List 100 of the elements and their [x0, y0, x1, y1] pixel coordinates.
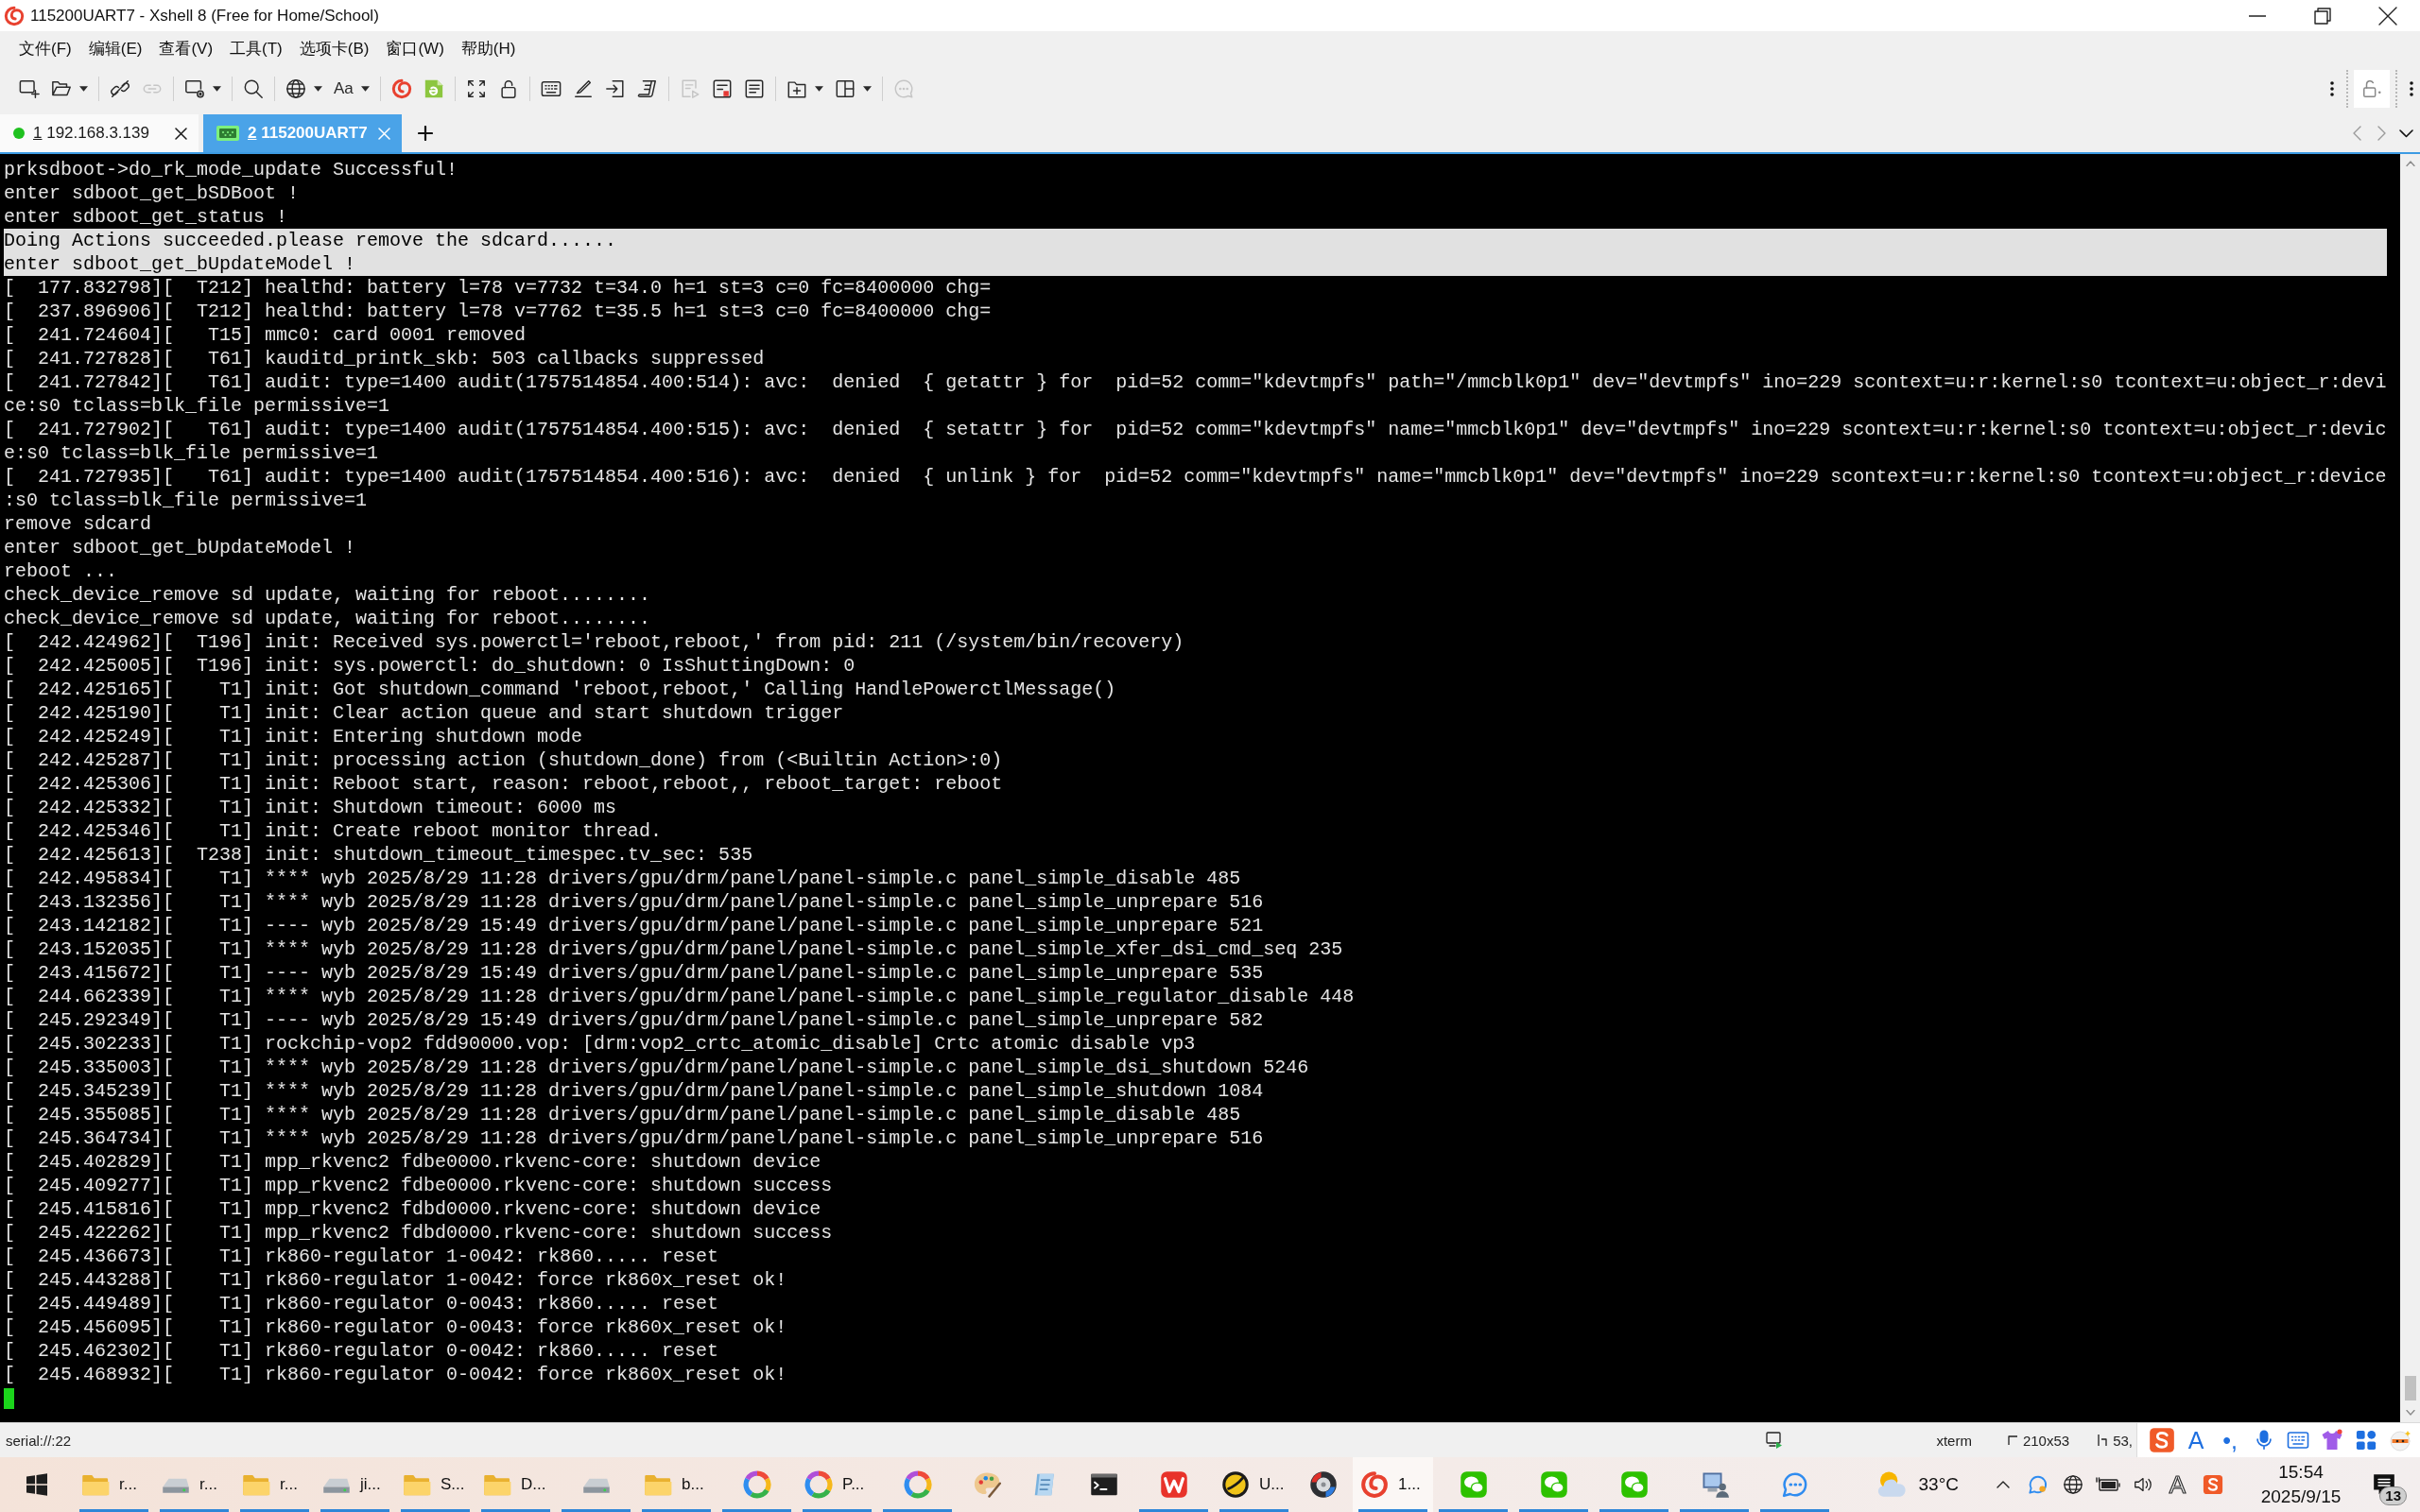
- scroll-thumb[interactable]: [2404, 1376, 2416, 1400]
- punctuation-mode-label[interactable]: •,: [2222, 1426, 2238, 1454]
- pen-icon: [572, 78, 594, 99]
- cursor-bar-icon: [2098, 1434, 2108, 1447]
- terminal-line: prksdboot->do_rk_mode_update Successful!: [4, 158, 458, 181]
- microphone-icon: [2254, 1430, 2274, 1451]
- terminal-line: [ 245.468932][ T1] rk860-regulator 0-0042: force rk860x_reset ok!: [4, 1363, 787, 1386]
- arrow-in-box-icon: [604, 78, 626, 99]
- terminal-line: [ 245.443288][ T1] rk860-regulator 1-0042: force rk860x_reset ok!: [4, 1268, 787, 1292]
- taskbar-app-button[interactable]: 1...: [1353, 1457, 1433, 1512]
- minimize-icon: [2248, 14, 2266, 17]
- chevron-down-icon: [2398, 129, 2413, 138]
- terminal-line: ce:s0 tclass=blk_file permissive=1: [4, 394, 390, 418]
- grip-icon: [2410, 81, 2413, 96]
- menu-item[interactable]: 查看(V): [150, 35, 222, 62]
- notification-button[interactable]: 13: [2358, 1457, 2411, 1512]
- terminal-line: :s0 tclass=blk_file permissive=1: [4, 489, 368, 512]
- terminal-line: [ 242.425249][ T1] init: Entering shutdown mode: [4, 725, 583, 748]
- keyboard-icon: [540, 78, 562, 99]
- terminal-line: [ 245.402829][ T1] mpp_rkvenc2 fdbe0000.rkvenc-core: shutdown device: [4, 1150, 821, 1174]
- terminal-line: [ 242.425165][ T1] init: Got shutdown_command 'reboot,reboot,' Calling HandlePowerctlMessage(): [4, 678, 1116, 701]
- terminal-line: [ 177.832798][ T212] healthd: battery l=78 v=7732 t=34.0 h=1 st=3 c=0 fc=8400000 chg=: [4, 276, 992, 300]
- status-dot-icon: [13, 128, 25, 139]
- caret-icon: [862, 86, 872, 92]
- new-window-icon: [19, 78, 40, 99]
- zigzag-logo-icon: [1159, 1470, 1188, 1499]
- globe-icon: [285, 78, 306, 99]
- menu-item[interactable]: 编辑(E): [79, 35, 151, 62]
- ring-icon: [742, 1470, 771, 1499]
- clock-button[interactable]: 15:54 2025/9/15: [2244, 1457, 2358, 1512]
- weather-button[interactable]: 33°C: [1867, 1457, 1966, 1512]
- battery-plug-icon: [2095, 1477, 2120, 1492]
- restore-icon: [2313, 7, 2331, 25]
- menu-item[interactable]: 工具(T): [221, 35, 291, 62]
- terminal-line: [ 245.462302][ T1] rk860-regulator 0-0042: rk860..... reset: [4, 1339, 719, 1363]
- close-icon: [378, 127, 390, 140]
- terminal-line: reboot ...: [4, 559, 118, 583]
- tab-close-button[interactable]: [175, 127, 187, 140]
- chat-app-icon: [1619, 1470, 1649, 1499]
- input-mode-label[interactable]: A: [2187, 1426, 2204, 1454]
- terminal-line: [ 242.425005][ T196] init: sys.powerctl: do_shutdown: 0 IsShuttingDown: 0: [4, 654, 856, 678]
- menu-item[interactable]: 帮助(H): [452, 35, 525, 62]
- window-gear-icon: [184, 78, 205, 99]
- palette-icon: [973, 1470, 1001, 1499]
- terminal-line: [ 245.364734][ T1] **** wyb 2025/8/29 11:28 drivers/gpu/drm/panel/panel-simple.c panel_simple_unprepare 516: [4, 1126, 1264, 1150]
- document-play-icon: [679, 78, 700, 99]
- menu-item[interactable]: 选项卡(B): [290, 35, 378, 62]
- disc-icon: [1309, 1470, 1338, 1499]
- disc-logo-icon: [1221, 1470, 1250, 1499]
- notification-count: 13: [2379, 1486, 2407, 1505]
- menu-item[interactable]: 窗口(W): [377, 35, 453, 62]
- caret-icon: [213, 86, 221, 92]
- caret-icon: [814, 86, 823, 92]
- menu-item[interactable]: 文件(F): [10, 35, 80, 62]
- terminal-line: [ 241.724604][ T15] mmc0: card 0001 removed: [4, 323, 527, 347]
- scrollbar[interactable]: [2400, 154, 2420, 1422]
- terminal-line: [ 241.727842][ T61] audit: type=1400 audit(1757514854.400:514): avc: denied { getattr } for pid=52 comm="kdevtmpfs" path="/mmcblk0p1" dev="devtmpfs" ino=229 scontext=u:r:kernel:s0 tcontext=u:object_r:devi: [4, 370, 2387, 394]
- caret-icon: [79, 86, 88, 92]
- terminal-line: [ 245.449489][ T1] rk860-regulator 0-0043: rk860..... reset: [4, 1292, 719, 1315]
- terminal-line: enter sdboot_get_bSDBoot !: [4, 181, 300, 205]
- app-logo-icon: [4, 5, 25, 26]
- shirt-icon: [2321, 1429, 2343, 1452]
- log-screen-icon: [1766, 1432, 1784, 1449]
- terminal-line: [ 244.662339][ T1] **** wyb 2025/8/29 11:28 drivers/gpu/drm/panel/panel-simple.c panel_simple_regulator_disable 448: [4, 985, 1355, 1008]
- terminal-line: [ 245.335003][ T1] **** wyb 2025/8/29 11:28 drivers/gpu/drm/panel/panel-simple.c panel_simple_dsi_shutdown 5246: [4, 1056, 1309, 1079]
- terminal-line: [ 243.132356][ T1] **** wyb 2025/8/29 11:28 drivers/gpu/drm/panel/panel-simple.c panel_simple_unprepare 516: [4, 890, 1264, 914]
- toolbar-button[interactable]: Aa: [328, 72, 375, 106]
- document-icon: [743, 78, 765, 99]
- chat-bubble-icon: [892, 78, 914, 99]
- chevron-left-icon: [2352, 126, 2361, 141]
- ring-icon: [903, 1470, 932, 1499]
- plus-icon: [418, 126, 433, 141]
- cursor-position: 53,: [2113, 1432, 2133, 1449]
- ring-icon: [804, 1470, 833, 1499]
- chat-app-icon: [1459, 1470, 1488, 1499]
- chevron-up-icon: [2405, 161, 2415, 166]
- terminal-line: [ 245.415816][ T1] mpp_rkvenc2 fdbd0000.rkvenc-core: shutdown device: [4, 1197, 821, 1221]
- lock-button[interactable]: [2354, 70, 2390, 108]
- chevron-down-icon: [2405, 1410, 2415, 1416]
- search-icon: [243, 78, 264, 99]
- connection-address: serial://:22: [6, 1432, 72, 1449]
- keyboard-icon: [2287, 1429, 2309, 1452]
- terminal-line: [ 242.425306][ T1] init: Reboot start, reason: reboot,reboot,, reboot_target: reboot: [4, 772, 1003, 796]
- terminal-line: [ 243.152035][ T1] **** wyb 2025/8/29 11:28 drivers/gpu/drm/panel/panel-simple.c panel_simple_xfer_dsi_cmd_seq 235: [4, 937, 1343, 961]
- terminal-line: [ 237.896906][ T212] healthd: battery l=78 v=7762 t=35.5 h=1 st=3 c=0 fc=8400000 chg=: [4, 300, 992, 323]
- terminal-line: [ 245.409277][ T1] mpp_rkvenc2 fdbe0000.rkvenc-core: shutdown success: [4, 1174, 833, 1197]
- corner-bracket-icon: [2007, 1435, 2017, 1445]
- s-logo-icon: [2202, 1474, 2223, 1495]
- open-lock-icon: [2361, 78, 2382, 99]
- terminal-line: [ 245.355085][ T1] **** wyb 2025/8/29 11:28 drivers/gpu/drm/panel/panel-simple.c panel_simple_disable 485: [4, 1103, 1241, 1126]
- scroll-icon: [636, 78, 658, 99]
- chat-app-icon: [1539, 1470, 1568, 1499]
- session-tab[interactable]: 1 192.168.3.139: [0, 114, 199, 152]
- chat-bubble-icon: [1780, 1470, 1809, 1499]
- chevron-up-icon: [1996, 1481, 2010, 1488]
- chat-bubble-icon: [2027, 1474, 2048, 1495]
- folder-plus-icon: [786, 78, 807, 99]
- grid-icon: [2356, 1430, 2377, 1451]
- terminal-line: [ 245.456095][ T1] rk860-regulator 0-0043: force rk860x_reset ok!: [4, 1315, 787, 1339]
- unlink-icon: [110, 78, 130, 99]
